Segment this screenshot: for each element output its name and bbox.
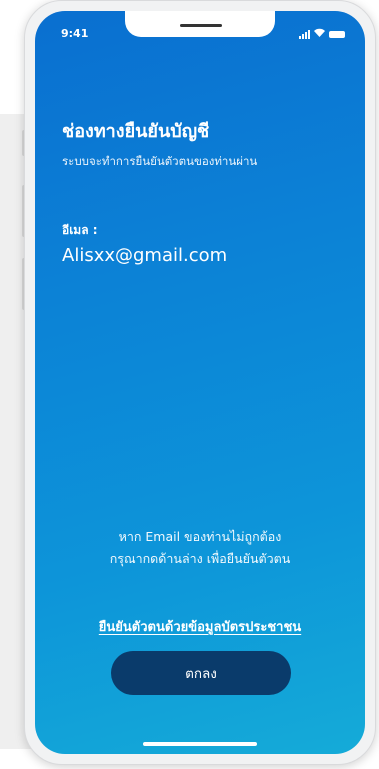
status-time: 9:41 — [61, 27, 89, 40]
wifi-icon — [314, 28, 325, 40]
phone-frame: 9:41 ช่องทางยืนยันบัญชี ระบบจะทำการยืนยั… — [24, 0, 376, 765]
page-title: ช่องทางยืนยันบัญชี — [62, 121, 210, 142]
battery-icon — [329, 30, 345, 38]
help-text: หาก Email ของท่านไม่ถูกต้อง กรุณากดด้านล… — [35, 526, 365, 570]
phone-screen: 9:41 ช่องทางยืนยันบัญชี ระบบจะทำการยืนยั… — [35, 11, 365, 754]
page-subtitle: ระบบจะทำการยืนยันตัวตนของท่านผ่าน — [62, 154, 258, 168]
home-indicator — [143, 742, 257, 746]
help-line-2: กรุณากดด้านล่าง เพื่อยืนยันตัวตน — [109, 551, 291, 566]
email-label: อีเมล : — [62, 223, 98, 237]
ok-button[interactable]: ตกลง — [111, 651, 291, 695]
stage: 9:41 ช่องทางยืนยันบัญชี ระบบจะทำการยืนยั… — [0, 0, 379, 769]
speaker-grille — [180, 24, 222, 27]
verify-with-id-card-link[interactable]: ยืนยันตัวตนด้วยข้อมูลบัตรประชาชน — [35, 616, 365, 637]
signal-icon — [299, 29, 310, 39]
email-value: Alisxx@gmail.com — [62, 245, 228, 266]
help-line-1: หาก Email ของท่านไม่ถูกต้อง — [118, 529, 282, 544]
notch — [125, 11, 275, 37]
status-icons — [299, 28, 345, 40]
